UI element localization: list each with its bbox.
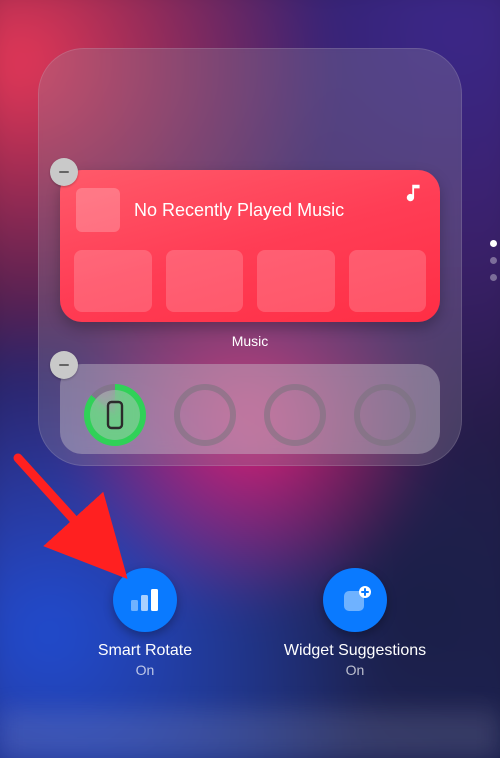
widget-suggestions-icon [323,568,387,632]
music-recent-tile [349,250,427,312]
music-recent-tile [257,250,335,312]
page-dot [490,274,497,281]
batteries-widget[interactable] [60,364,440,454]
battery-ring-empty [264,384,326,446]
battery-ring-empty [354,384,416,446]
battery-ring-phone [84,384,146,446]
dock-blur [0,710,500,758]
music-note-icon [404,182,426,209]
battery-ring-empty [174,384,236,446]
smart-rotate-title: Smart Rotate [98,642,192,660]
music-recent-tile [166,250,244,312]
stack-page-indicator[interactable] [490,240,497,281]
iphone-icon [105,400,125,430]
widget-suggestions-title: Widget Suggestions [284,642,426,660]
smart-rotate-icon [113,568,177,632]
music-album-art-placeholder [76,188,120,232]
music-widget[interactable]: No Recently Played Music [60,170,440,322]
page-dot [490,240,497,247]
music-recent-tile [74,250,152,312]
widget-suggestions-status: On [346,662,365,678]
smart-rotate-status: On [136,662,155,678]
remove-widget-button[interactable] [50,351,78,379]
widget-suggestions-option[interactable]: Widget Suggestions On [265,568,445,678]
remove-widget-button[interactable] [50,158,78,186]
page-dot [490,257,497,264]
music-widget-title: No Recently Played Music [134,200,344,221]
smart-rotate-option[interactable]: Smart Rotate On [55,568,235,678]
music-widget-label: Music [0,333,500,349]
